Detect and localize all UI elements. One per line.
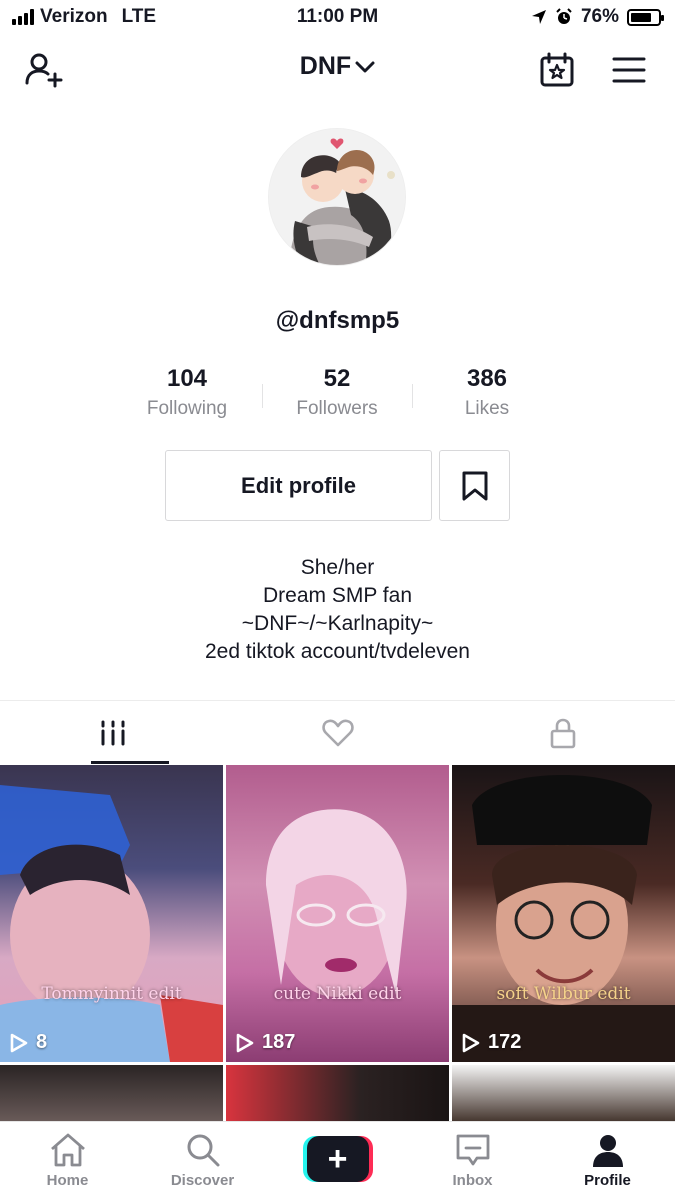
- bio-line: Dream SMP fan: [263, 584, 412, 607]
- stat-value: 52: [323, 365, 351, 392]
- nav-create[interactable]: +: [270, 1122, 405, 1200]
- nav-inbox[interactable]: Inbox: [405, 1122, 540, 1200]
- status-bar: Verizon LTE 11:00 PM 76%: [0, 0, 675, 36]
- alarm-icon: [556, 8, 572, 24]
- stat-value: 386: [466, 365, 508, 392]
- video-tile[interactable]: [226, 1065, 449, 1125]
- battery-icon: [627, 8, 664, 26]
- profile-header: DNF: [0, 40, 675, 100]
- create-button[interactable]: +: [302, 1136, 373, 1182]
- stat-likes[interactable]: 386 Likes: [412, 364, 562, 426]
- view-count: 8: [10, 1031, 47, 1054]
- video-tile[interactable]: soft Wilbur edit 172: [452, 765, 675, 1062]
- tab-liked[interactable]: [225, 701, 450, 764]
- nav-profile[interactable]: Profile: [540, 1122, 675, 1200]
- account-name: DNF: [299, 52, 352, 80]
- bookmark-icon: [462, 471, 487, 500]
- lock-icon: [550, 718, 575, 748]
- profile-handle: @dnfsmp5: [275, 307, 400, 334]
- profile-stats: 104 Following 52 Followers 386 Likes: [112, 364, 562, 426]
- avatar-illustration: [269, 129, 405, 265]
- view-count-value: 187: [262, 1031, 296, 1053]
- profile-icon: [592, 1135, 623, 1167]
- nav-label: Inbox: [452, 1172, 493, 1189]
- video-caption: Tommyinnit edit: [41, 984, 182, 1004]
- stat-value: 104: [166, 365, 208, 392]
- nav-home[interactable]: Home: [0, 1122, 135, 1200]
- location-arrow-icon: [531, 10, 546, 24]
- bottom-navigation: Home Discover + Inbox Profile: [0, 1121, 675, 1200]
- view-count: 172: [462, 1031, 521, 1054]
- view-count: 187: [236, 1031, 295, 1054]
- tab-videos[interactable]: [0, 701, 225, 764]
- grid-icon: [101, 720, 124, 745]
- nav-discover[interactable]: Discover: [135, 1122, 270, 1200]
- play-icon: [236, 1033, 254, 1052]
- stat-following[interactable]: 104 Following: [112, 364, 262, 426]
- nav-label: Discover: [170, 1172, 235, 1189]
- bio-line: She/her: [300, 556, 375, 579]
- calendar-star-icon: [540, 52, 574, 87]
- stat-label: Following: [146, 398, 228, 419]
- stat-label: Followers: [296, 398, 378, 419]
- video-thumbnail: [452, 775, 675, 1062]
- stat-followers[interactable]: 52 Followers: [262, 364, 412, 426]
- inbox-icon: [456, 1134, 489, 1166]
- avatar[interactable]: [268, 128, 406, 266]
- home-icon: [50, 1133, 85, 1167]
- video-caption: cute Nikki edit: [273, 984, 402, 1004]
- bio-line: ~DNF~/~Karlnapity~: [241, 612, 434, 635]
- video-thumbnail: [0, 785, 223, 1062]
- calendar-button[interactable]: [535, 48, 579, 92]
- play-icon: [10, 1033, 28, 1052]
- stat-label: Likes: [464, 398, 510, 419]
- nav-label: Home: [46, 1172, 89, 1189]
- battery-percent: 76%: [580, 6, 619, 27]
- video-tile[interactable]: cute Nikki edit 187: [226, 765, 449, 1062]
- video-thumbnail: [266, 809, 407, 997]
- view-count-value: 8: [36, 1031, 48, 1053]
- heart-icon: [321, 719, 354, 746]
- favorites-button[interactable]: [439, 450, 510, 521]
- bio-line: 2ed tiktok account/tvdeleven: [204, 640, 470, 663]
- play-icon: [462, 1033, 480, 1052]
- hamburger-menu-icon: [612, 57, 646, 83]
- video-tile[interactable]: Tommyinnit edit 8: [0, 765, 223, 1062]
- video-tile[interactable]: [0, 1065, 223, 1125]
- menu-button[interactable]: [607, 48, 651, 92]
- profile-tabs: [0, 700, 675, 764]
- chevron-down-icon: [355, 61, 375, 73]
- nav-label: Profile: [584, 1172, 631, 1189]
- search-icon: [187, 1134, 219, 1167]
- video-caption: soft Wilbur edit: [496, 984, 631, 1004]
- video-tile[interactable]: [452, 1065, 675, 1125]
- plus-icon: +: [306, 1136, 369, 1182]
- view-count-value: 172: [488, 1031, 522, 1053]
- status-icons: 76%: [531, 6, 664, 28]
- profile-bio: She/her Dream SMP fan ~DNF~/~Karlnapity~…: [0, 554, 675, 666]
- edit-profile-button[interactable]: Edit profile: [165, 450, 432, 521]
- tab-private[interactable]: [450, 701, 675, 764]
